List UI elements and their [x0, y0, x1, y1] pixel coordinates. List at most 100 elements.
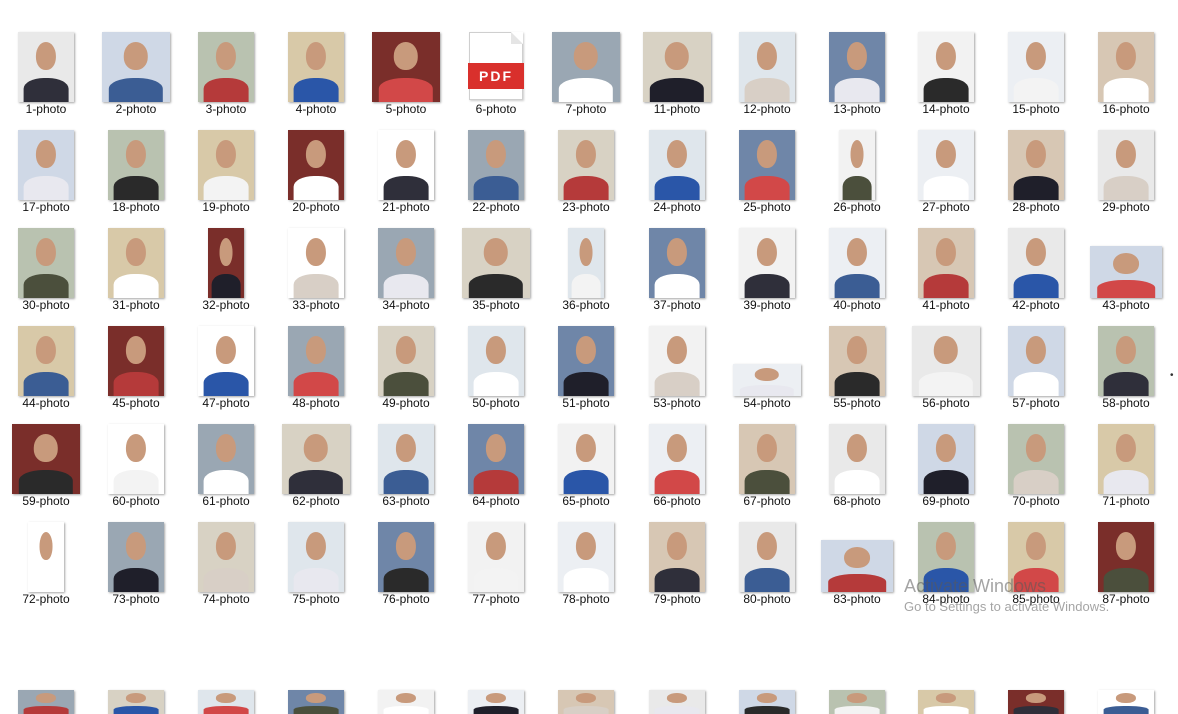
file-item[interactable]: 37-photo: [632, 214, 722, 312]
file-item[interactable]: 83-photo: [812, 508, 902, 606]
file-item[interactable]: 40-photo: [812, 214, 902, 312]
file-item[interactable]: [991, 606, 1081, 714]
clothing-shape: [113, 568, 159, 592]
file-item[interactable]: 42-photo: [991, 214, 1081, 312]
file-item[interactable]: 7-photo: [541, 18, 631, 116]
file-item[interactable]: [451, 606, 541, 714]
file-item[interactable]: 76-photo: [361, 508, 451, 606]
file-item[interactable]: 63-photo: [361, 410, 451, 508]
file-item[interactable]: 36-photo: [541, 214, 631, 312]
file-item[interactable]: [632, 606, 722, 714]
file-item[interactable]: 16-photo: [1081, 18, 1171, 116]
file-item[interactable]: 11-photo: [632, 18, 722, 116]
file-item[interactable]: 51-photo: [541, 312, 631, 410]
file-item[interactable]: 56-photo: [901, 312, 991, 410]
file-item[interactable]: 13-photo: [812, 18, 902, 116]
file-item[interactable]: 20-photo: [271, 116, 361, 214]
file-item[interactable]: 1-photo: [1, 18, 91, 116]
file-item[interactable]: 50-photo: [451, 312, 541, 410]
photo-thumbnail: [1008, 424, 1064, 494]
file-item[interactable]: 31-photo: [91, 214, 181, 312]
photo-thumbnail: [378, 326, 434, 396]
file-item[interactable]: 70-photo: [991, 410, 1081, 508]
file-item[interactable]: [271, 606, 361, 714]
file-item[interactable]: 68-photo: [812, 410, 902, 508]
file-item[interactable]: 59-photo: [1, 410, 91, 508]
file-item[interactable]: 45-photo: [91, 312, 181, 410]
clothing-shape: [842, 176, 872, 200]
file-item[interactable]: 49-photo: [361, 312, 451, 410]
file-item[interactable]: 2-photo: [91, 18, 181, 116]
file-item[interactable]: [361, 606, 451, 714]
file-item[interactable]: PDF 6-photo: [451, 18, 541, 116]
file-name-label: 33-photo: [292, 298, 340, 312]
file-item[interactable]: 43-photo: [1081, 214, 1171, 312]
file-item[interactable]: 80-photo: [722, 508, 812, 606]
file-item[interactable]: 41-photo: [901, 214, 991, 312]
file-item[interactable]: 62-photo: [271, 410, 361, 508]
file-item[interactable]: 18-photo: [91, 116, 181, 214]
file-item[interactable]: 66-photo: [632, 410, 722, 508]
file-item[interactable]: [1081, 606, 1171, 714]
file-item[interactable]: 60-photo: [91, 410, 181, 508]
file-item[interactable]: 24-photo: [632, 116, 722, 214]
file-item[interactable]: 34-photo: [361, 214, 451, 312]
file-item[interactable]: 25-photo: [722, 116, 812, 214]
file-item[interactable]: 55-photo: [812, 312, 902, 410]
file-item[interactable]: 47-photo: [181, 312, 271, 410]
file-item[interactable]: 58-photo: [1081, 312, 1171, 410]
file-item[interactable]: 27-photo: [901, 116, 991, 214]
file-item[interactable]: 53-photo: [632, 312, 722, 410]
file-item[interactable]: 17-photo: [1, 116, 91, 214]
file-item[interactable]: 73-photo: [91, 508, 181, 606]
file-item[interactable]: [812, 606, 902, 714]
file-item[interactable]: 14-photo: [901, 18, 991, 116]
file-item[interactable]: 75-photo: [271, 508, 361, 606]
clothing-shape: [23, 705, 69, 714]
file-item[interactable]: 67-photo: [722, 410, 812, 508]
file-item[interactable]: 30-photo: [1, 214, 91, 312]
file-item[interactable]: 54-photo: [722, 312, 812, 410]
face-shape: [305, 693, 327, 703]
file-item[interactable]: 35-photo: [451, 214, 541, 312]
file-item[interactable]: 3-photo: [181, 18, 271, 116]
face-shape: [579, 237, 593, 266]
file-item[interactable]: 15-photo: [991, 18, 1081, 116]
file-item[interactable]: 48-photo: [271, 312, 361, 410]
file-item[interactable]: 78-photo: [541, 508, 631, 606]
file-item[interactable]: [541, 606, 631, 714]
file-item[interactable]: 74-photo: [181, 508, 271, 606]
file-item[interactable]: [181, 606, 271, 714]
file-item[interactable]: 57-photo: [991, 312, 1081, 410]
file-item[interactable]: 64-photo: [451, 410, 541, 508]
file-item[interactable]: 22-photo: [451, 116, 541, 214]
file-item[interactable]: 26-photo: [812, 116, 902, 214]
file-item[interactable]: [91, 606, 181, 714]
file-item[interactable]: 12-photo: [722, 18, 812, 116]
file-item[interactable]: 5-photo: [361, 18, 451, 116]
file-item[interactable]: 71-photo: [1081, 410, 1171, 508]
file-item[interactable]: 29-photo: [1081, 116, 1171, 214]
file-item[interactable]: [901, 606, 991, 714]
file-item[interactable]: 28-photo: [991, 116, 1081, 214]
file-item[interactable]: 69-photo: [901, 410, 991, 508]
file-name-label: 71-photo: [1102, 494, 1150, 508]
file-item[interactable]: 61-photo: [181, 410, 271, 508]
file-item[interactable]: 65-photo: [541, 410, 631, 508]
photo-thumbnail: [558, 326, 614, 396]
file-item[interactable]: 72-photo: [1, 508, 91, 606]
file-item[interactable]: 23-photo: [541, 116, 631, 214]
file-item[interactable]: 32-photo: [181, 214, 271, 312]
file-item[interactable]: 44-photo: [1, 312, 91, 410]
file-item[interactable]: 79-photo: [632, 508, 722, 606]
photo-thumbnail: [1098, 130, 1154, 200]
file-item[interactable]: 4-photo: [271, 18, 361, 116]
file-item[interactable]: 39-photo: [722, 214, 812, 312]
file-item[interactable]: 33-photo: [271, 214, 361, 312]
file-item[interactable]: [722, 606, 812, 714]
file-item[interactable]: 21-photo: [361, 116, 451, 214]
file-item[interactable]: 77-photo: [451, 508, 541, 606]
file-item[interactable]: 19-photo: [181, 116, 271, 214]
face-shape: [1115, 41, 1137, 70]
file-item[interactable]: [1, 606, 91, 714]
